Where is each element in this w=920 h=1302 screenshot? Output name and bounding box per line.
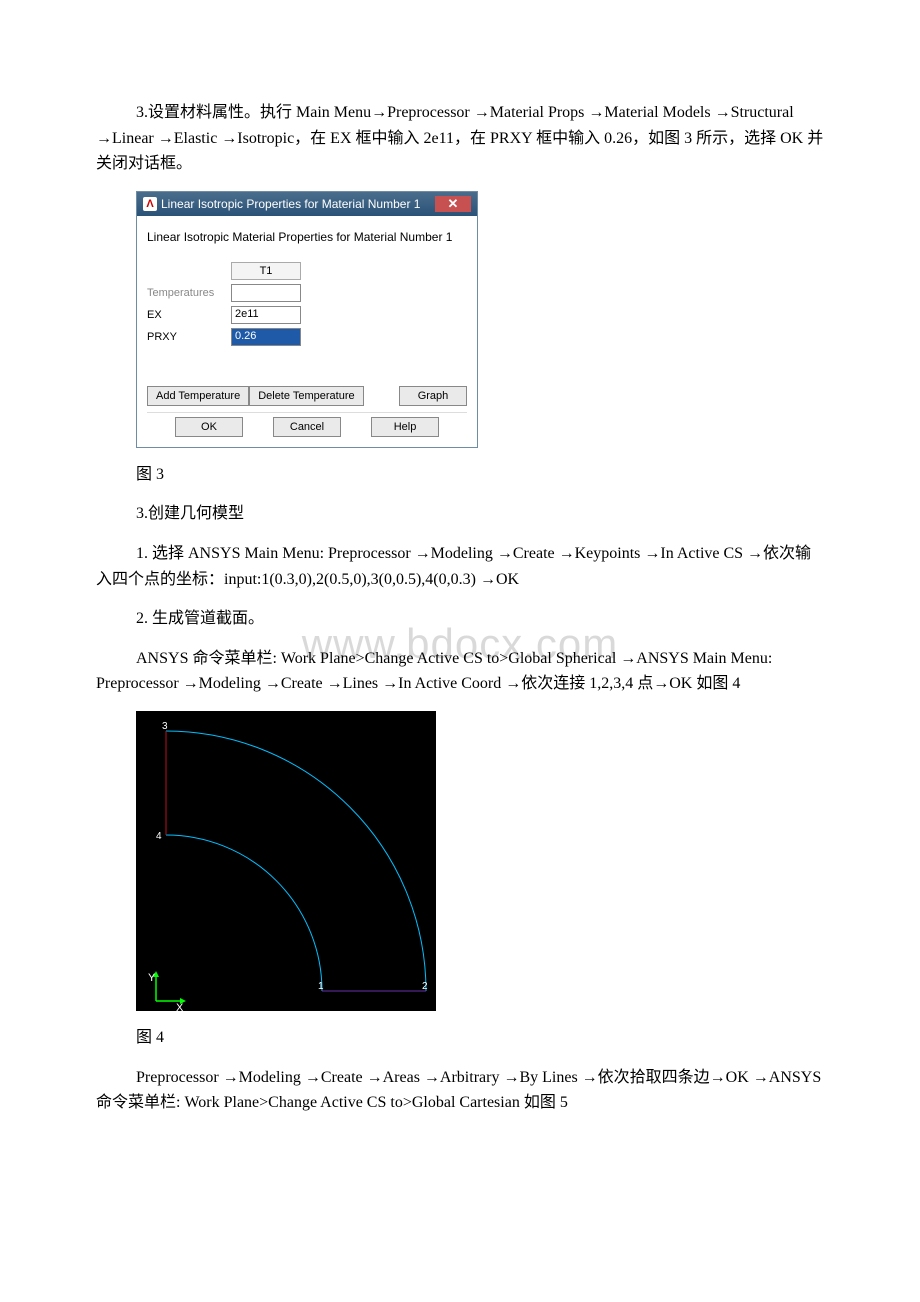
close-icon[interactable]: ✕ [435,196,471,212]
axis-x-label: X [176,1002,184,1011]
dialog-body: Linear Isotropic Material Properties for… [137,216,477,447]
document-page: www.bdocx.com 3.设置材料属性。执行 Main Menu→Prep… [0,0,920,1170]
input-prxy[interactable]: 0.26 [231,328,301,346]
paragraph-create-geometry-header: 3.创建几何模型 [96,501,824,527]
graph-button[interactable]: Graph [399,386,467,406]
paragraph-areas-create: Preprocessor →Modeling →Create →Areas →A… [96,1065,824,1116]
input-ex[interactable]: 2e11 [231,306,301,324]
row-label-temperatures: Temperatures [147,287,227,299]
keypoint-3-label: 3 [162,721,168,732]
row-label-ex: EX [147,309,227,321]
row-label-prxy: PRXY [147,331,227,343]
figure-3-caption: 图 3 [136,462,824,488]
axis-y-label: Y [148,972,156,984]
figure-4-caption: 图 4 [136,1025,824,1051]
help-button[interactable]: Help [371,417,439,437]
material-dialog: Λ Linear Isotropic Properties for Materi… [136,191,478,448]
dialog-table: T1 Temperatures EX 2e11 PRXY 0.26 [147,262,467,346]
input-temperatures[interactable] [231,284,301,302]
dialog-button-row-bottom: OK Cancel Help [147,412,467,437]
ok-button[interactable]: OK [175,417,243,437]
add-temperature-button[interactable]: Add Temperature [147,386,249,406]
ansys-graphics-window: Y X 1 2 3 4 [136,711,436,1011]
geometry-plot: Y X 1 2 3 4 [136,711,436,1011]
cancel-button[interactable]: Cancel [273,417,341,437]
paragraph-pipe-section: 2. 生成管道截面。 [96,606,824,632]
ansys-logo-icon: Λ [143,197,157,211]
paragraph-material-props: 3.设置材料属性。执行 Main Menu→Preprocessor →Mate… [96,100,824,177]
keypoint-1-label: 1 [318,981,324,992]
delete-temperature-button[interactable]: Delete Temperature [249,386,363,406]
paragraph-lines-create: ANSYS 命令菜单栏: Work Plane>Change Active CS… [96,646,824,697]
dialog-button-row-top: Add Temperature Delete Temperature Graph [147,386,467,406]
dialog-subtitle: Linear Isotropic Material Properties for… [147,230,467,244]
paragraph-keypoints: 1. 选择 ANSYS Main Menu: Preprocessor →Mod… [96,541,824,592]
dialog-title-text: Linear Isotropic Properties for Material… [161,197,420,211]
keypoint-2-label: 2 [422,981,428,992]
keypoint-4-label: 4 [156,831,162,842]
column-header-t1: T1 [231,262,301,280]
dialog-titlebar: Λ Linear Isotropic Properties for Materi… [137,192,477,216]
dialog-title-left: Λ Linear Isotropic Properties for Materi… [143,197,420,211]
